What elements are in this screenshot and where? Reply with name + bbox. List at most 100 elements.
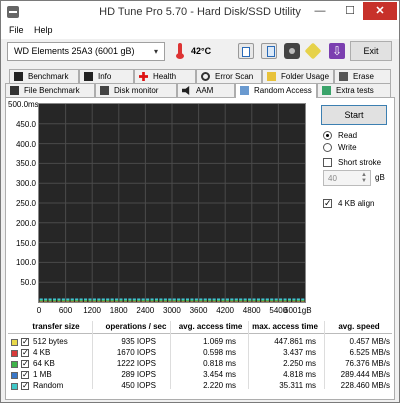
tab-label: Disk monitor bbox=[114, 86, 159, 95]
max-access-cell: 447.861 ms bbox=[274, 337, 316, 346]
exit-button[interactable]: Exit bbox=[350, 41, 392, 61]
scatter-point bbox=[168, 298, 172, 301]
tab-label: Info bbox=[98, 72, 112, 81]
series-checkbox[interactable] bbox=[21, 370, 29, 379]
random-access-panel: 500.0ms 450.0 400.0 350.0 300.0 250.0 200.0 150… bbox=[5, 97, 395, 400]
scatter-point bbox=[181, 298, 185, 301]
avg-speed-cell: 289.444 MB/s bbox=[340, 370, 390, 379]
minimize-button[interactable]: — bbox=[307, 2, 333, 20]
align-checkbox[interactable] bbox=[323, 198, 332, 209]
write-radio[interactable] bbox=[323, 143, 332, 152]
tab-label: Random Access bbox=[254, 86, 312, 95]
chart-plot bbox=[39, 104, 305, 302]
ops-cell: 1222 IOPS bbox=[116, 359, 156, 368]
app-window: HD Tune Pro 5.70 - Hard Disk/SSD Utility… bbox=[0, 0, 400, 403]
menu-file[interactable]: File bbox=[9, 25, 24, 35]
tab-benchmark[interactable]: Benchmark bbox=[9, 69, 79, 83]
download-icon[interactable] bbox=[329, 43, 345, 59]
series-checkbox[interactable] bbox=[21, 381, 29, 390]
scatter-point bbox=[44, 298, 48, 301]
scatter-point bbox=[287, 298, 291, 301]
scatter-point bbox=[230, 298, 234, 301]
scatter-point bbox=[186, 298, 190, 301]
scatter-point bbox=[79, 298, 83, 301]
copy-text-icon[interactable] bbox=[238, 43, 254, 59]
disk-monitor-icon bbox=[100, 86, 109, 95]
x-tick-label: 0 bbox=[36, 306, 42, 315]
avg-access-cell: 3.454 ms bbox=[203, 370, 236, 379]
scatter-point bbox=[261, 298, 265, 301]
tab-label: Health bbox=[153, 72, 177, 81]
tab-folder-usage[interactable]: Folder Usage bbox=[262, 69, 334, 83]
scatter-point bbox=[283, 298, 287, 301]
screenshot-icon[interactable] bbox=[284, 43, 300, 59]
series-color-swatch bbox=[11, 350, 18, 357]
menu-help[interactable]: Help bbox=[34, 25, 53, 35]
scatter-point bbox=[256, 298, 260, 301]
scatter-point bbox=[265, 298, 269, 301]
transfer-size-label: 64 KB bbox=[33, 359, 55, 368]
table-row: 4 KB 1670 IOPS 0.598 ms 3.437 ms 6.525 MB/s bbox=[8, 348, 392, 359]
tab-aam[interactable]: AAM bbox=[177, 83, 235, 97]
series-color-swatch bbox=[11, 361, 18, 368]
tab-extra-tests[interactable]: Extra tests bbox=[317, 83, 391, 97]
transfer-size-label: 4 KB bbox=[33, 348, 51, 357]
read-radio[interactable] bbox=[323, 131, 332, 140]
tab-info[interactable]: Info bbox=[79, 69, 134, 83]
short-stroke-spinner[interactable]: 40 ▲ ▼ bbox=[323, 170, 371, 186]
table-row: 64 KB 1222 IOPS 0.818 ms 2.250 ms 76.376 MB/… bbox=[8, 359, 392, 370]
short-stroke-value: 40 bbox=[328, 174, 337, 183]
x-tick-label: 4800 bbox=[242, 306, 261, 315]
col-max-access: max. access time bbox=[252, 322, 318, 331]
series-checkbox[interactable] bbox=[21, 337, 29, 346]
folder-icon bbox=[267, 72, 276, 81]
tab-erase[interactable]: Erase bbox=[334, 69, 391, 83]
tab-label: Error Scan bbox=[215, 72, 254, 81]
avg-speed-cell: 6.525 MB/s bbox=[349, 348, 390, 357]
scatter-point bbox=[199, 298, 203, 301]
tab-disk-monitor[interactable]: Disk monitor bbox=[95, 83, 177, 97]
max-access-cell: 35.311 ms bbox=[279, 381, 316, 390]
transfer-size-label: 1 MB bbox=[33, 370, 52, 379]
series-checkbox[interactable] bbox=[21, 348, 29, 357]
extra-tests-icon bbox=[322, 86, 331, 95]
transfer-size-label: Random bbox=[33, 381, 64, 390]
options-icon[interactable] bbox=[304, 42, 322, 60]
scatter-point bbox=[177, 298, 181, 301]
scatter-point bbox=[110, 298, 114, 301]
avg-access-cell: 0.598 ms bbox=[203, 348, 236, 357]
tab-error-scan[interactable]: Error Scan bbox=[196, 69, 262, 83]
series-checkbox[interactable] bbox=[21, 359, 29, 368]
temperature-value: 42°C bbox=[191, 46, 212, 56]
scatter-point bbox=[208, 298, 212, 301]
close-button[interactable]: ✕ bbox=[363, 2, 397, 20]
tab-random-access[interactable]: Random Access bbox=[235, 83, 317, 98]
col-operations: operations / sec bbox=[105, 322, 167, 331]
scatter-point bbox=[119, 298, 123, 301]
scatter-point bbox=[70, 298, 74, 301]
short-stroke-checkbox[interactable] bbox=[323, 158, 332, 167]
scatter-point bbox=[84, 298, 88, 301]
maximize-button[interactable]: ☐ bbox=[337, 2, 363, 20]
spinner-arrows-icon[interactable]: ▲ ▼ bbox=[359, 172, 369, 184]
speaker-icon bbox=[182, 86, 190, 95]
scatter-point bbox=[239, 298, 243, 301]
chevron-down-icon: ▾ bbox=[153, 47, 158, 56]
start-button[interactable]: Start bbox=[321, 105, 387, 125]
y-tick-label: 450.0 bbox=[15, 119, 36, 129]
scatter-point bbox=[106, 298, 110, 301]
info-icon bbox=[84, 72, 93, 81]
scatter-point bbox=[221, 298, 225, 301]
title-bar: HD Tune Pro 5.70 - Hard Disk/SSD Utility… bbox=[1, 1, 399, 23]
x-tick-label: 4200 bbox=[216, 306, 234, 315]
drive-select[interactable]: WD Elements 25A3 (6001 gB) ▾ bbox=[7, 42, 165, 61]
scatter-point bbox=[159, 298, 163, 301]
table-row: 512 bytes 935 IOPS 1.069 ms 447.861 ms 0.457… bbox=[8, 337, 392, 348]
scatter-point bbox=[274, 298, 278, 301]
tab-health[interactable]: Health bbox=[134, 69, 196, 83]
scatter-point bbox=[163, 298, 167, 301]
copy-screen-icon[interactable] bbox=[261, 43, 277, 59]
avg-speed-cell: 228.460 MB/s bbox=[340, 381, 390, 390]
tab-file-benchmark[interactable]: File Benchmark bbox=[5, 83, 95, 97]
random-access-icon bbox=[240, 86, 249, 95]
